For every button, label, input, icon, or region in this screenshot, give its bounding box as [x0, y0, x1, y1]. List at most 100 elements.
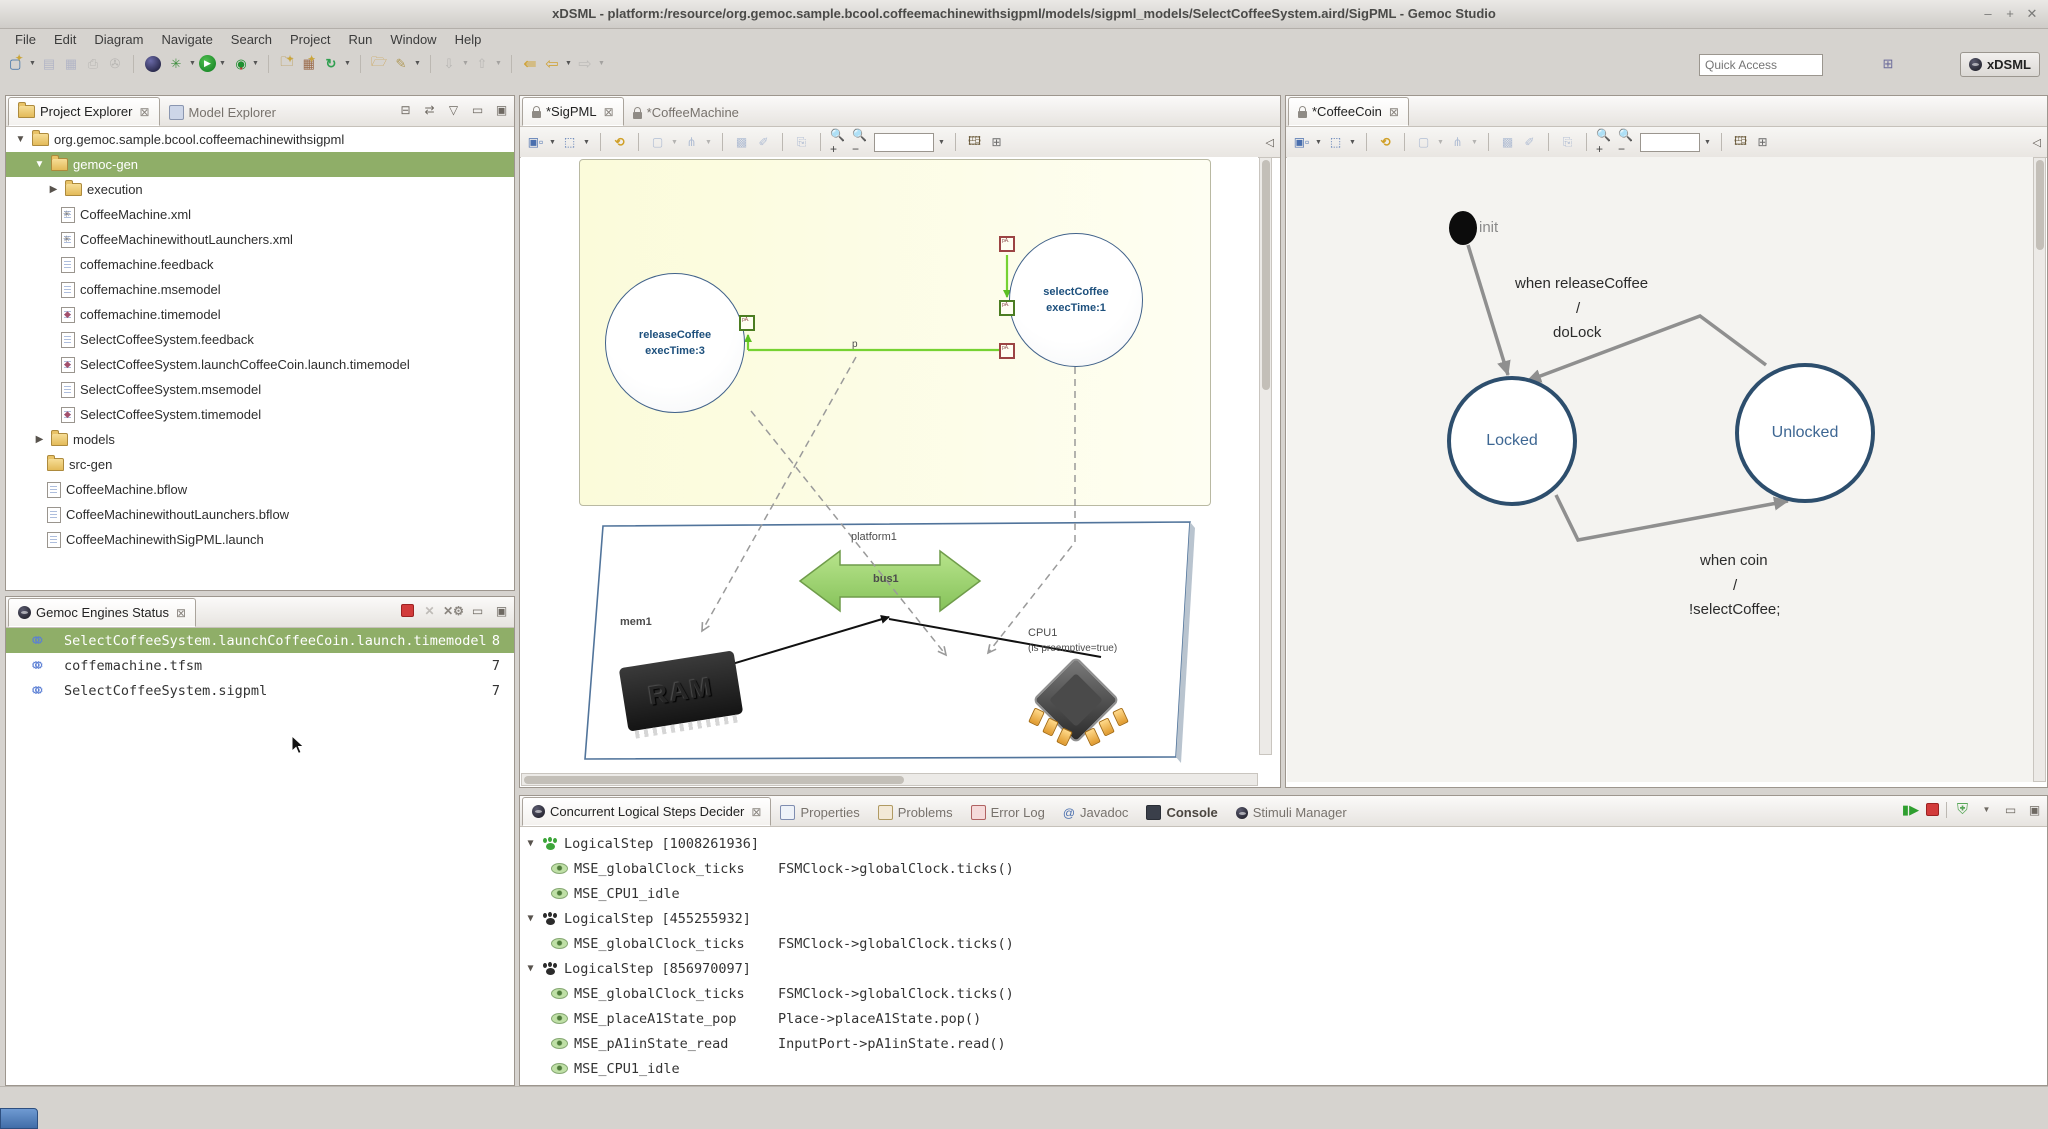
gemoc-refresh-icon[interactable]: ↻: [321, 54, 341, 74]
paste-layout-icon[interactable]: ⎘: [1558, 133, 1577, 152]
input-port[interactable]: pA.: [999, 300, 1015, 316]
last-edit-icon[interactable]: ⇩: [439, 54, 459, 74]
run-last-dropdown[interactable]: ▼: [251, 60, 260, 67]
mse-event-row[interactable]: MSE_pA1inState_read InputPort->pA1inStat…: [520, 1031, 2047, 1056]
router-dropdown[interactable]: ▼: [704, 139, 713, 146]
close-button[interactable]: ✕: [2024, 6, 2040, 22]
new-wizard-icon[interactable]: ▢✦: [6, 54, 26, 74]
go-into-dropdown[interactable]: ▼: [494, 60, 503, 67]
minimize-view-icon[interactable]: ▭: [469, 101, 486, 118]
stop-icon[interactable]: [1926, 803, 1939, 816]
notification-badge[interactable]: [0, 1108, 38, 1129]
zoom-in-icon[interactable]: 🔍+: [1596, 133, 1615, 152]
skip-breakpoints-icon[interactable]: ✳: [166, 54, 186, 74]
decider-dropdown-icon[interactable]: ▼: [1978, 801, 1995, 818]
close-icon[interactable]: ⊠: [1389, 105, 1399, 119]
collapse-palette-icon[interactable]: ◁: [1266, 136, 1274, 149]
maximize-view-icon[interactable]: ▣: [2026, 801, 2043, 818]
mse-event-row[interactable]: MSE_globalClock_ticks FSMClock->globalCl…: [520, 931, 2047, 956]
shape-icon[interactable]: ▢: [648, 133, 667, 152]
refresh-diagram-icon[interactable]: ⟲: [1376, 133, 1395, 152]
minimize-view-icon[interactable]: ▭: [2002, 801, 2019, 818]
select-mode-dropdown[interactable]: ▼: [1348, 139, 1357, 146]
zoom-combo-dropdown[interactable]: ▼: [1703, 139, 1712, 146]
tree-row-execution[interactable]: ▶ execution: [6, 177, 514, 202]
gemoc-refresh-dropdown[interactable]: ▼: [343, 60, 352, 67]
menu-diagram[interactable]: Diagram: [85, 30, 152, 49]
pin-icon[interactable]: ✐: [754, 133, 773, 152]
dispose-engine-icon[interactable]: ✕: [421, 602, 438, 619]
open-folder-icon[interactable]: 🗁: [369, 54, 389, 74]
actor-releasecoffee[interactable]: releaseCoffee execTime:3: [605, 273, 745, 413]
router-icon[interactable]: ⋔: [1448, 133, 1467, 152]
last-edit-dropdown[interactable]: ▼: [461, 60, 470, 67]
menu-navigate[interactable]: Navigate: [152, 30, 221, 49]
new-wizard-dropdown[interactable]: ▼: [28, 60, 37, 67]
shape-dropdown[interactable]: ▼: [1436, 139, 1445, 146]
select-mode-dropdown[interactable]: ▼: [582, 139, 591, 146]
zoom-combo-dropdown[interactable]: ▼: [937, 139, 946, 146]
tree-row-file[interactable]: coffemachine.feedback: [6, 252, 514, 277]
run-icon[interactable]: ▶: [199, 55, 216, 72]
menu-run[interactable]: Run: [339, 30, 381, 49]
run-last-icon[interactable]: ◉▪: [229, 54, 249, 74]
export-image-icon[interactable]: 🖽: [1731, 133, 1750, 152]
twisty-collapsed-icon[interactable]: ▶: [47, 184, 60, 195]
close-icon[interactable]: ⊠: [176, 606, 186, 620]
state-locked[interactable]: Locked: [1447, 376, 1577, 506]
mse-event-row[interactable]: MSE_globalClock_ticks FSMClock->globalCl…: [520, 981, 2047, 1006]
tree-row-file[interactable]: CoffeeMachinewithoutLaunchers.bflow: [6, 502, 514, 527]
layout-dropdown[interactable]: ▼: [548, 139, 557, 146]
tree-row-file[interactable]: coffemachine.timemodel: [6, 302, 514, 327]
close-icon[interactable]: ⊠: [751, 805, 761, 819]
minimize-button[interactable]: –: [1980, 6, 1996, 22]
print-icon[interactable]: ⎙: [83, 54, 103, 74]
close-icon[interactable]: ⊠: [604, 105, 614, 119]
maximize-button[interactable]: +: [2002, 6, 2018, 22]
actor-selectcoffee[interactable]: selectCoffee execTime:1: [1009, 233, 1143, 367]
search-pencil-icon[interactable]: ✎: [391, 54, 411, 74]
run-dropdown[interactable]: ▼: [218, 60, 227, 67]
logical-step-row[interactable]: ▼ LogicalStep [455255932]: [520, 906, 2047, 931]
twisty-collapsed-icon[interactable]: ▶: [33, 434, 46, 445]
back-icon[interactable]: ⇚: [520, 54, 540, 74]
tab-coffeemachine[interactable]: *CoffeeMachine: [624, 99, 748, 126]
vertical-scrollbar[interactable]: [1259, 157, 1272, 755]
tab-model-explorer[interactable]: Model Explorer: [160, 99, 285, 126]
new-model-icon[interactable]: ▦✦: [299, 54, 319, 74]
collapse-all-icon[interactable]: ⊟: [397, 101, 414, 118]
transition-locked-to-unlocked[interactable]: [1556, 495, 1788, 540]
save-icon[interactable]: ▤: [39, 54, 59, 74]
decider-shield-icon[interactable]: ⛨: [1954, 801, 1971, 818]
tree-row-file[interactable]: CoffeeMachine.xml: [6, 202, 514, 227]
external-tools-icon[interactable]: ✇: [105, 54, 125, 74]
back-history-icon[interactable]: ⇦: [542, 54, 562, 74]
layout-icon[interactable]: ▣▫: [526, 133, 545, 152]
tree-row-src-gen[interactable]: src-gen: [6, 452, 514, 477]
tab-project-explorer[interactable]: Project Explorer ⊠: [8, 97, 160, 126]
tree-row-file[interactable]: SelectCoffeeSystem.feedback: [6, 327, 514, 352]
minimize-view-icon[interactable]: ▭: [469, 602, 486, 619]
menu-search[interactable]: Search: [222, 30, 281, 49]
mse-event-row[interactable]: MSE_globalClock_ticks FSMClock->globalCl…: [520, 856, 2047, 881]
coffeecoin-canvas[interactable]: init when releaseCoffee / doLock Locked …: [1287, 157, 2034, 782]
debug-icon[interactable]: [145, 56, 161, 72]
zoom-in-icon[interactable]: 🔍+: [830, 133, 849, 152]
layout-icon[interactable]: ▣▫: [1292, 133, 1311, 152]
refresh-diagram-icon[interactable]: ⟲: [610, 133, 629, 152]
tab-stimuli-manager[interactable]: Stimuli Manager: [1227, 799, 1356, 826]
tab-gemoc-engines-status[interactable]: Gemoc Engines Status ⊠: [8, 598, 196, 627]
input-port[interactable]: pA.: [999, 343, 1015, 359]
back-dropdown[interactable]: ▼: [564, 60, 573, 67]
export-image-icon[interactable]: 🖽: [965, 133, 984, 152]
tree-row-gemoc-gen[interactable]: ▼ gemoc-gen: [6, 152, 514, 177]
tree-row-file[interactable]: coffemachine.msemodel: [6, 277, 514, 302]
menu-project[interactable]: Project: [281, 30, 339, 49]
forward-dropdown[interactable]: ▼: [597, 60, 606, 67]
collapse-palette-icon[interactable]: ◁: [2033, 136, 2041, 149]
initial-state-dot[interactable]: [1449, 211, 1477, 245]
zoom-level-combo[interactable]: [874, 133, 934, 152]
twisty-expanded-icon[interactable]: ▼: [524, 963, 537, 974]
sigpml-canvas[interactable]: releaseCoffee execTime:3 selectCoffee ex…: [521, 157, 1258, 769]
pin-icon[interactable]: ✐: [1520, 133, 1539, 152]
